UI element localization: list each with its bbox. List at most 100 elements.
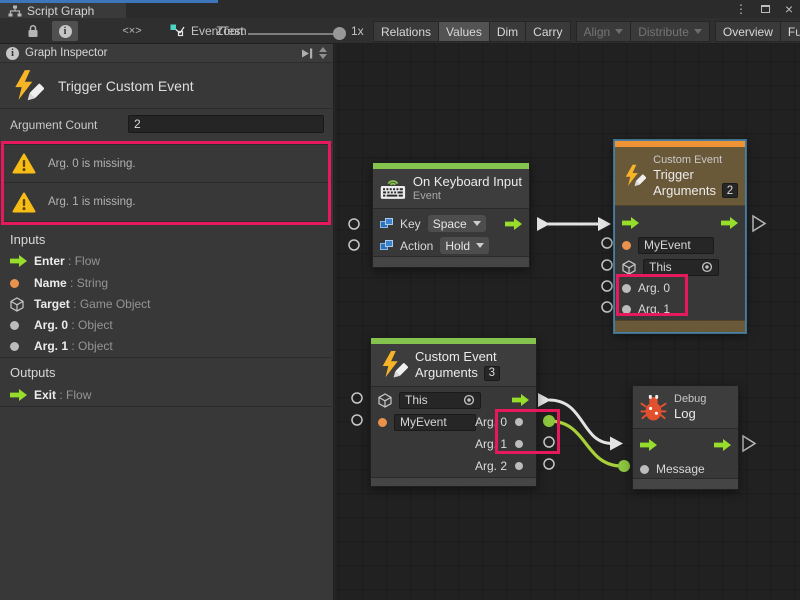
arg-label: Arg. 1 [475, 437, 507, 451]
flow-row [633, 436, 738, 454]
port[interactable] [544, 437, 554, 447]
port[interactable] [349, 240, 359, 250]
arg1-row: Arg. 1 [615, 300, 745, 318]
port[interactable] [602, 260, 612, 270]
object-port-icon[interactable] [515, 440, 523, 448]
cube-icon[interactable] [378, 393, 392, 408]
link-icon [380, 240, 393, 251]
argument-count-badge[interactable]: 2 [722, 183, 738, 198]
collapse-panel-icon[interactable] [301, 48, 313, 59]
node-debug-log[interactable]: Debug Log Message [632, 385, 739, 490]
node-title: Trigger [653, 167, 738, 183]
inspector-header: i Graph Inspector [0, 44, 333, 63]
object-port-icon[interactable] [640, 465, 649, 474]
dim-button[interactable]: Dim [489, 21, 526, 42]
port[interactable] [602, 281, 612, 291]
window-menu-icon[interactable]: ⋮ [734, 2, 748, 16]
object-port-icon [10, 321, 19, 330]
relations-button[interactable]: Relations [373, 21, 439, 42]
chevron-down-icon [615, 29, 623, 34]
tab-script-graph[interactable]: Script Graph [0, 3, 126, 18]
event-name-field[interactable]: MyEvent [394, 414, 476, 431]
target-picker-icon[interactable] [701, 261, 713, 273]
key-dropdown[interactable]: Space [428, 215, 486, 232]
port[interactable] [349, 219, 359, 229]
action-dropdown[interactable]: Hold [440, 237, 489, 254]
action-row: Action Hold [373, 236, 529, 255]
string-port-icon[interactable] [378, 418, 387, 427]
argument-count-field[interactable]: 2 [128, 115, 324, 133]
target-field[interactable]: This [643, 259, 719, 276]
input-row-enter: Enter : Flow [10, 251, 100, 271]
flow-out-triangle[interactable] [743, 436, 755, 451]
object-port-icon[interactable] [622, 284, 631, 293]
port[interactable] [352, 415, 362, 425]
event-name-field[interactable]: MyEvent [638, 237, 714, 254]
object-port-icon[interactable] [515, 418, 523, 426]
cube-icon[interactable] [622, 260, 636, 275]
panel-spinner[interactable] [319, 47, 327, 59]
target-picker-icon[interactable] [463, 394, 475, 406]
node-on-keyboard-input[interactable]: On Keyboard Input Event Key Space Action… [372, 162, 530, 268]
arg2-row: Arg. 2 [371, 457, 536, 475]
input-row-arg0: Arg. 0 : Object [10, 315, 113, 335]
title-bar: Script Graph ⋮ × [0, 0, 800, 18]
tab-title: Script Graph [27, 4, 94, 18]
unit-title: Trigger Custom Event [58, 78, 194, 94]
connected-port[interactable] [543, 415, 555, 427]
align-button[interactable]: Align [576, 21, 632, 42]
code-view-button[interactable]: <×> [112, 21, 152, 41]
custom-event-icon [378, 349, 408, 381]
distribute-button[interactable]: Distribute [630, 21, 710, 42]
node-trigger-custom-event[interactable]: Custom Event Trigger Arguments 2 MyEvent… [614, 140, 746, 333]
arg1-output: Arg. 1 [475, 437, 523, 451]
inspector-toggle-button[interactable]: i [52, 21, 78, 41]
zoom-slider-track[interactable] [248, 33, 340, 35]
output-row-exit: Exit : Flow [10, 385, 91, 405]
maximize-icon[interactable] [758, 2, 772, 16]
custom-event-icon [622, 160, 646, 192]
node-header: Debug Log [633, 386, 738, 429]
object-port-icon[interactable] [515, 462, 523, 470]
port[interactable] [602, 238, 612, 248]
outputs-heading: Outputs [10, 365, 56, 380]
link-icon [380, 218, 393, 229]
values-button[interactable]: Values [438, 21, 490, 42]
zoom-slider-handle[interactable] [333, 27, 346, 40]
node-subtitle: Event [413, 190, 522, 203]
warning-icon [12, 192, 36, 213]
close-icon[interactable]: × [782, 2, 796, 16]
flow-out-arrow-icon[interactable] [505, 218, 522, 230]
input-row-arg1: Arg. 1 : Object [10, 336, 113, 356]
node-title: On Keyboard Input [413, 174, 522, 190]
port[interactable] [602, 302, 612, 312]
event-name-row: MyEvent [615, 236, 745, 254]
node-custom-event[interactable]: Custom Event Arguments 3 This MyEvent Ar… [370, 337, 537, 487]
lock-button[interactable] [22, 21, 44, 41]
fullscreen-button[interactable]: Full Screen [780, 21, 800, 42]
key-row: Key Space [373, 214, 529, 233]
graph-canvas[interactable]: On Keyboard Input Event Key Space Action… [335, 44, 800, 600]
action-label: Action [400, 239, 433, 253]
connected-port[interactable] [618, 460, 630, 472]
port[interactable] [352, 393, 362, 403]
flow-in-arrow-icon[interactable] [622, 217, 639, 229]
info-icon: i [59, 25, 72, 38]
wire-end-arrow [610, 437, 623, 451]
flow-out-arrow-icon[interactable] [721, 217, 738, 229]
flow-out-arrow-icon[interactable] [512, 394, 529, 406]
flow-in-arrow-icon[interactable] [640, 439, 657, 451]
arg0-output: Arg. 0 [475, 415, 523, 429]
carry-button[interactable]: Carry [525, 21, 570, 42]
eventtest-graph-icon [170, 24, 185, 38]
port[interactable] [544, 459, 554, 469]
toolbar-button-group: Relations Values Dim Carry Align Distrib… [374, 21, 800, 42]
flow-out-arrow-icon[interactable] [714, 439, 731, 451]
string-port-icon [10, 279, 19, 288]
overview-button[interactable]: Overview [715, 21, 781, 42]
target-field[interactable]: This [399, 392, 481, 409]
string-port-icon[interactable] [622, 241, 631, 250]
argument-count-badge[interactable]: 3 [484, 366, 500, 381]
flow-out-triangle[interactable] [753, 216, 765, 231]
object-port-icon[interactable] [622, 305, 631, 314]
